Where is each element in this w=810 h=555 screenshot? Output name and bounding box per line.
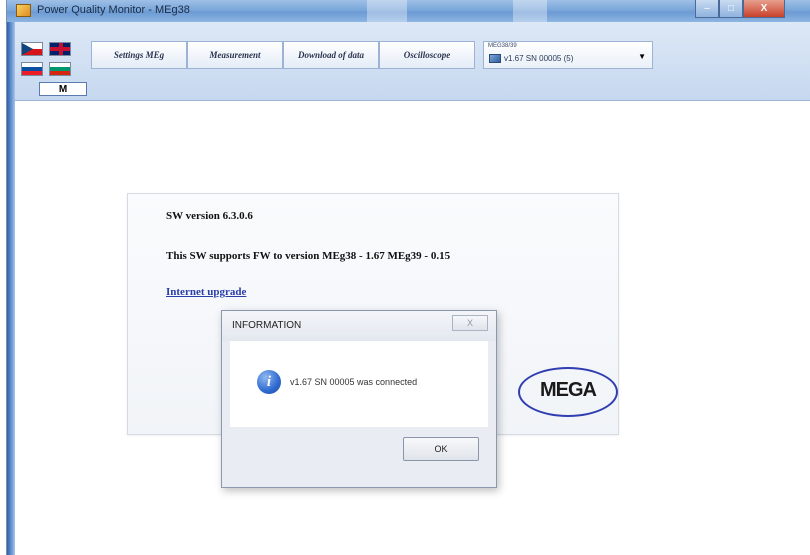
dropdown-arrow-icon[interactable]: ▼ [638, 52, 646, 61]
fw-support-text: This SW supports FW to version MEg38 - 1… [166, 250, 451, 262]
sw-version-text: SW version 6.3.0.6 [166, 210, 253, 222]
device-selector[interactable]: MEG38/39 v1.67 SN 00005 (5) ▼ [483, 41, 653, 69]
title-bar[interactable]: Power Quality Monitor - MEg38 – □ X [7, 0, 810, 22]
information-icon: i [257, 370, 281, 394]
maximize-button[interactable]: □ [719, 0, 743, 18]
dialog-message: v1.67 SN 00005 was connected [290, 377, 418, 387]
minimize-button[interactable]: – [695, 0, 719, 18]
titlebar-highlight [513, 0, 547, 22]
device-selector-label: MEG38/39 [488, 43, 517, 49]
flag-cz-icon[interactable] [21, 42, 43, 56]
m-button[interactable]: M [39, 82, 87, 96]
internet-upgrade-link[interactable]: Internet upgrade [166, 286, 246, 298]
dialog-title-bar[interactable]: INFORMATION X [222, 311, 496, 341]
information-dialog: INFORMATION X i v1.67 SN 00005 was conne… [221, 310, 497, 488]
dialog-title: INFORMATION [232, 320, 302, 331]
flag-sk-icon[interactable] [21, 62, 43, 76]
flag-bg-icon[interactable] [49, 62, 71, 76]
download-of-data-button[interactable]: Download of data [283, 41, 379, 69]
window-left-border [7, 0, 15, 555]
window-controls: – □ X [695, 0, 785, 20]
device-icon [489, 54, 501, 63]
dialog-body: i v1.67 SN 00005 was connected [230, 341, 488, 427]
logo-text: MEGA [540, 379, 597, 401]
mega-logo: MEGA [518, 367, 620, 419]
flag-gb-icon[interactable] [49, 42, 71, 56]
device-selector-value: v1.67 SN 00005 (5) [504, 54, 574, 63]
oscilloscope-button[interactable]: Oscilloscope [379, 41, 475, 69]
dialog-close-button[interactable]: X [452, 315, 488, 331]
ok-button[interactable]: OK [403, 437, 479, 461]
titlebar-highlight [367, 0, 407, 22]
measurement-button[interactable]: Measurement [187, 41, 283, 69]
window-title: Power Quality Monitor - MEg38 [37, 4, 190, 16]
toolbar: M Settings MEg Measurement Download of d… [15, 22, 810, 101]
settings-meg-button[interactable]: Settings MEg [91, 41, 187, 69]
screen: Power Quality Monitor - MEg38 – □ X M Se… [0, 0, 810, 555]
close-button[interactable]: X [743, 0, 785, 18]
app-icon [16, 4, 31, 17]
